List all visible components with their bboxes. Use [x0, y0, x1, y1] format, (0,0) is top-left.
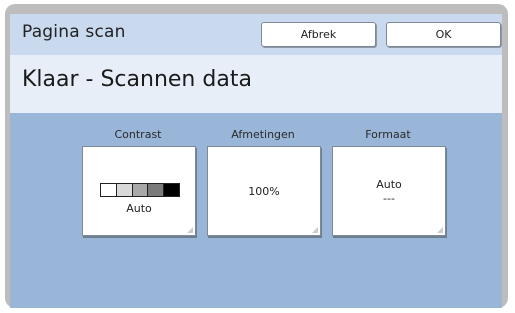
contrast-value: Auto	[126, 202, 152, 215]
cancel-button[interactable]: Afbrek	[261, 22, 376, 47]
size-label: Afmetingen	[231, 128, 295, 141]
contrast-button[interactable]: Auto	[82, 146, 196, 236]
corner-indicator-icon	[187, 227, 193, 233]
ok-button[interactable]: OK	[386, 22, 501, 47]
size-button[interactable]: 100%	[207, 146, 321, 236]
contrast-label: Contrast	[114, 128, 162, 141]
format-label: Formaat	[365, 128, 411, 141]
corner-indicator-icon	[437, 227, 443, 233]
contrast-scale-icon	[100, 183, 180, 197]
header-bar: Pagina scan Afbrek OK	[10, 14, 502, 55]
status-message: Klaar - Scannen data	[22, 67, 252, 92]
format-button[interactable]: Auto ---	[332, 146, 446, 236]
scan-screen: Pagina scan Afbrek OK Klaar - Scannen da…	[10, 14, 502, 308]
size-value: 100%	[248, 185, 280, 198]
page-title: Pagina scan	[22, 22, 126, 42]
format-value: Auto	[376, 178, 402, 191]
format-subvalue: ---	[383, 192, 395, 205]
status-panel: Klaar - Scannen data	[10, 55, 502, 113]
corner-indicator-icon	[312, 227, 318, 233]
